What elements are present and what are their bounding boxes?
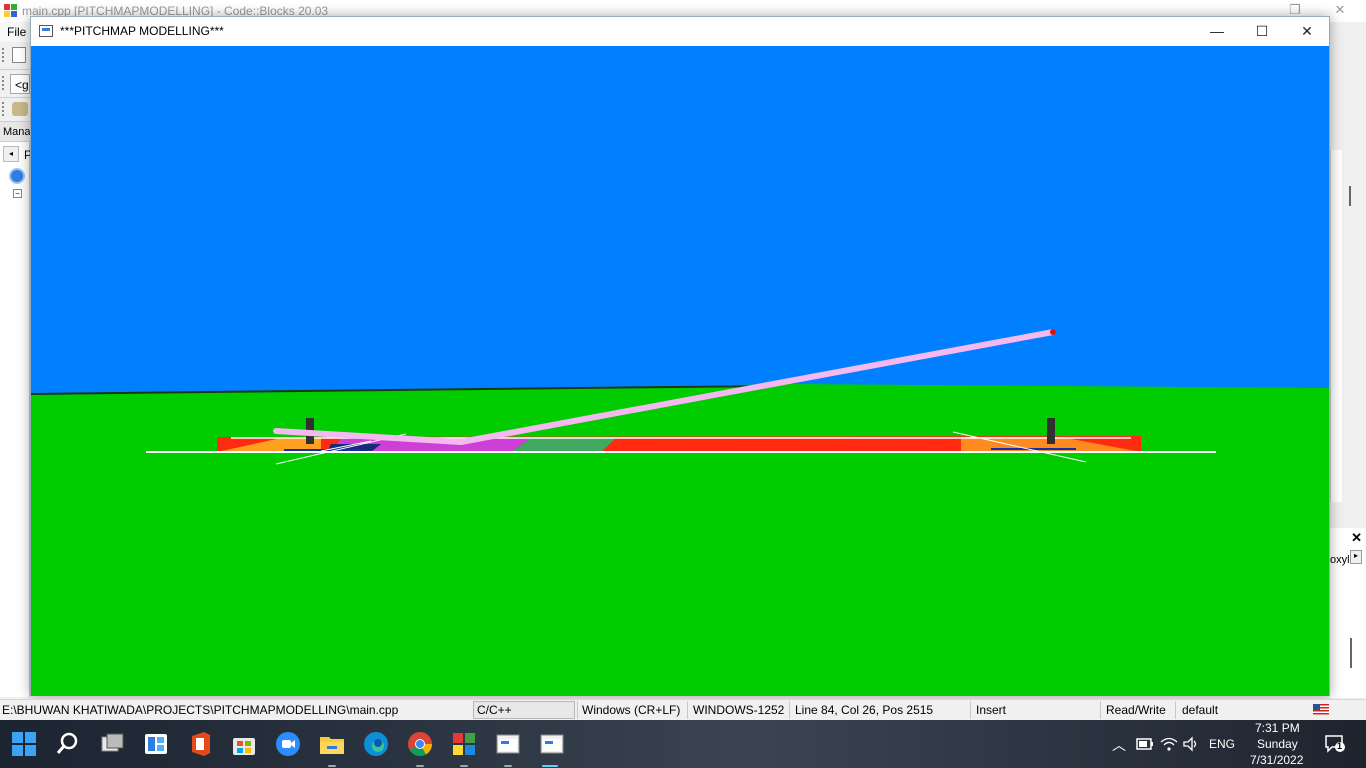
terminal-taskbar-icon[interactable] (538, 730, 566, 758)
menu-file[interactable]: File (7, 25, 26, 39)
codeblocks-icon (4, 4, 17, 17)
show-hidden-icons-chevron[interactable]: ︿ (1112, 735, 1126, 755)
ide-management-panel: Mana ◂ P − (0, 122, 32, 697)
toolbar-grip (2, 76, 4, 90)
running-indicator (328, 765, 336, 767)
logs-close-icon[interactable]: ✕ (1351, 530, 1362, 546)
running-indicator (504, 765, 512, 767)
office-icon[interactable] (186, 730, 214, 758)
opengl-titlebar[interactable]: ***PITCHMAP MODELLING*** — ☐ ✕ (31, 17, 1329, 46)
ground (31, 384, 1329, 696)
management-panel-title: Mana (3, 126, 31, 138)
clock-time[interactable]: 7:31 PM (1255, 721, 1300, 735)
status-insert-mode: Insert (976, 703, 1007, 717)
start-icon[interactable] (10, 730, 38, 758)
editor-scrollbar[interactable] (1342, 126, 1366, 520)
tab-scroll-right-button[interactable]: ▸ (1350, 550, 1362, 564)
running-indicator (416, 765, 424, 767)
scope-dropdown[interactable]: <g (10, 74, 30, 94)
opengl-app-taskbar-icon[interactable] (494, 730, 522, 758)
status-line-endings: Windows (CR+LF) (582, 703, 681, 717)
scrollbar-thumb[interactable] (1349, 186, 1351, 206)
tree-collapse-icon[interactable]: − (13, 189, 22, 198)
zoom-icon[interactable] (274, 730, 302, 758)
logs-scrollbar-thumb[interactable] (1350, 638, 1352, 668)
status-file-path: E:\BHUWAN KHATIWADA\PROJECTS\PITCHMAPMOD… (2, 703, 399, 717)
widgets-icon[interactable] (142, 730, 170, 758)
opengl-canvas[interactable] (31, 46, 1329, 696)
maximize-button[interactable]: ☐ (1239, 17, 1285, 46)
stumps-right (1047, 418, 1055, 444)
ball (1050, 329, 1056, 335)
ide-toolbar-3 (0, 98, 30, 122)
toolbar-grip (2, 102, 4, 116)
build-icon[interactable] (12, 102, 28, 116)
status-encoding: WINDOWS-1252 (693, 703, 785, 717)
ide-toolbar-2: <g (0, 70, 30, 98)
notification-count-badge: 1 (1337, 741, 1343, 751)
clock-day[interactable]: Sunday (1257, 737, 1298, 751)
ide-menubar: File (0, 22, 30, 42)
sky (31, 46, 1329, 396)
task-view-icon[interactable] (98, 730, 126, 758)
status-language: C/C++ (477, 703, 512, 717)
wifi-icon[interactable] (1160, 736, 1178, 752)
status-cursor-position: Line 84, Col 26, Pos 2515 (795, 703, 934, 717)
toolbar-grip (2, 48, 4, 62)
edge-icon[interactable] (362, 730, 390, 758)
opengl-window: ***PITCHMAP MODELLING*** — ☐ ✕ (30, 16, 1330, 696)
store-icon[interactable] (230, 730, 258, 758)
new-file-icon[interactable] (12, 47, 26, 63)
workspace-icon (9, 168, 25, 184)
ide-editor-area (1330, 150, 1342, 502)
status-access: Read/Write (1106, 703, 1166, 717)
app-window-icon (39, 25, 53, 37)
ide-statusbar: E:\BHUWAN KHATIWADA\PROJECTS\PITCHMAPMOD… (0, 699, 1366, 720)
search-icon[interactable] (54, 730, 82, 758)
clock-date[interactable]: 7/31/2022 (1250, 753, 1303, 767)
minimize-button[interactable]: — (1194, 17, 1240, 46)
file-explorer-icon[interactable] (318, 730, 346, 758)
close-button[interactable]: ✕ (1284, 17, 1330, 46)
volume-icon[interactable] (1182, 736, 1200, 752)
chrome-icon[interactable] (406, 730, 434, 758)
opengl-window-title: ***PITCHMAP MODELLING*** (60, 24, 224, 38)
running-indicator (460, 765, 468, 767)
ide-toolbar-1 (0, 42, 30, 70)
codeblocks-taskbar-icon[interactable] (450, 730, 478, 758)
tab-scroll-left-button[interactable]: ◂ (3, 146, 19, 162)
active-indicator (542, 765, 558, 767)
input-language[interactable]: ENG (1209, 737, 1235, 751)
us-flag-icon (1313, 704, 1329, 715)
status-profile: default (1182, 703, 1219, 717)
logs-tab-label[interactable]: oxyl (1330, 554, 1350, 566)
notification-center-icon[interactable] (1324, 734, 1346, 754)
windows-taskbar: ︿ ENG 7:31 PM Sunday 7/31/2022 1 (0, 720, 1366, 768)
battery-icon[interactable] (1136, 737, 1154, 751)
ide-logs-panel: ✕ oxyl ▸ (1330, 528, 1366, 698)
